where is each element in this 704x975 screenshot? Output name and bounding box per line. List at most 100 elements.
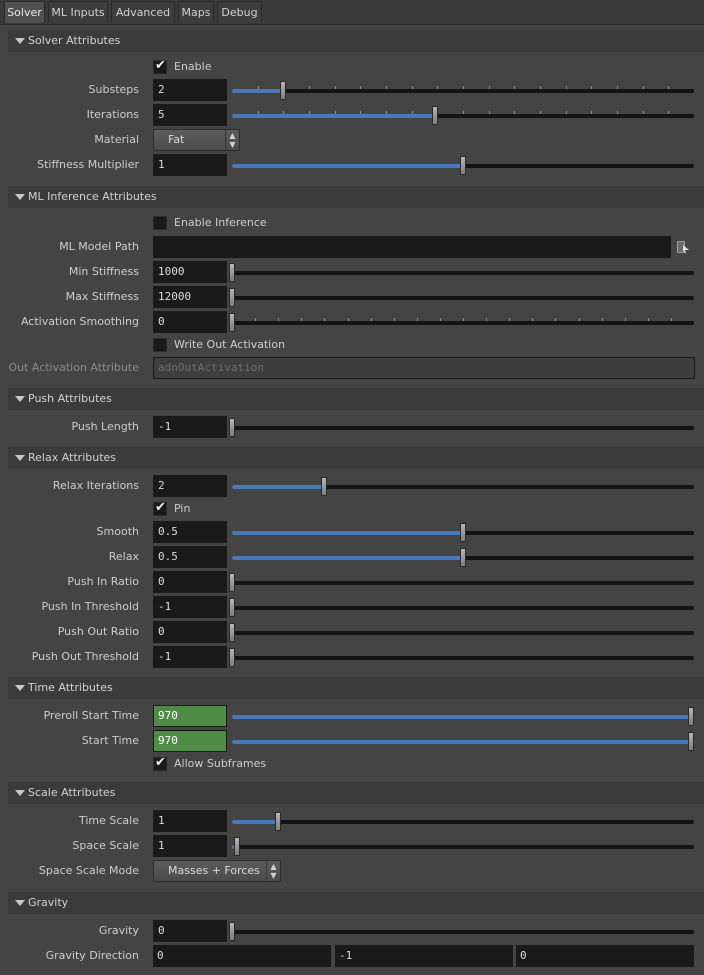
out-activation-attribute-field: adnOutActivation [153, 357, 695, 379]
section-time-attributes[interactable]: Time Attributes [8, 677, 704, 699]
min-stiffness-field[interactable]: 1000 [153, 261, 227, 283]
folder-browse-icon[interactable] [677, 240, 689, 254]
space-scale-mode-dropdown[interactable]: Masses + Forces ▲ ▼ [153, 860, 281, 882]
allow-subframes-checkbox[interactable]: ✔ [153, 755, 167, 771]
row-min-stiffness: Min Stiffness 1000 [0, 261, 704, 283]
push-length-field[interactable]: -1 [153, 416, 227, 438]
tab-advanced[interactable]: Advanced [111, 1, 175, 23]
push-out-threshold-slider[interactable] [229, 648, 694, 667]
gravity-direction-x-field[interactable]: 0 [153, 945, 331, 967]
slider-handle[interactable] [229, 263, 235, 282]
push-length-slider[interactable] [229, 418, 694, 437]
tab-solver[interactable]: Solver [4, 1, 45, 23]
section-ml-inference-attributes[interactable]: ML Inference Attributes [8, 186, 704, 208]
pin-label: Pin [174, 502, 191, 515]
section-solver-attributes[interactable]: Solver Attributes [8, 30, 704, 52]
min-stiffness-slider[interactable] [229, 263, 694, 282]
slider-handle[interactable] [688, 707, 694, 726]
gravity-field[interactable]: 0 [153, 920, 227, 942]
push-out-ratio-slider[interactable] [229, 623, 694, 642]
smooth-slider[interactable] [232, 523, 694, 542]
collapse-triangle-icon[interactable] [15, 194, 25, 200]
push-out-ratio-field[interactable]: 0 [153, 621, 227, 643]
push-in-threshold-slider[interactable] [229, 598, 694, 617]
collapse-triangle-icon[interactable] [15, 455, 25, 461]
substeps-slider[interactable] [232, 81, 694, 100]
slider-handle[interactable] [460, 156, 466, 175]
smooth-field[interactable]: 0.5 [153, 521, 227, 543]
slider-handle[interactable] [688, 732, 694, 751]
slider-handle[interactable] [229, 598, 235, 617]
section-scale-attributes[interactable]: Scale Attributes [8, 782, 704, 804]
relax-field[interactable]: 0.5 [153, 546, 227, 568]
push-in-threshold-field[interactable]: -1 [153, 596, 227, 618]
activation-smoothing-slider[interactable] [229, 313, 694, 332]
tab-ml-inputs[interactable]: ML Inputs [48, 1, 108, 23]
section-relax-attributes[interactable]: Relax Attributes [8, 447, 704, 469]
ml-model-path-field[interactable] [153, 236, 671, 258]
slider-handle[interactable] [279, 81, 286, 100]
preroll-start-time-field[interactable]: 970 [153, 705, 227, 727]
space-scale-slider[interactable] [232, 837, 694, 856]
gravity-direction-y-field[interactable]: -1 [335, 945, 513, 967]
start-time-field[interactable]: 970 [153, 730, 227, 752]
slider-handle[interactable] [432, 106, 439, 125]
relax-slider[interactable] [232, 548, 694, 567]
slider-handle[interactable] [460, 523, 466, 542]
iterations-slider[interactable] [232, 106, 694, 125]
write-out-activation-checkbox[interactable] [153, 338, 167, 352]
space-scale-field[interactable]: 1 [153, 835, 227, 857]
gravity-slider[interactable] [229, 922, 694, 941]
row-substeps: Substeps 2 [0, 79, 704, 101]
substeps-field[interactable]: 2 [153, 79, 227, 101]
stiffness-multiplier-field[interactable]: 1 [153, 154, 227, 176]
slider-handle[interactable] [229, 623, 235, 642]
enable-checkbox[interactable]: ✔ [153, 58, 167, 74]
section-title: Push Attributes [28, 392, 112, 405]
slider-handle[interactable] [229, 418, 235, 437]
max-stiffness-field[interactable]: 12000 [153, 286, 227, 308]
slider-handle[interactable] [321, 477, 328, 496]
activation-smoothing-field[interactable]: 0 [153, 311, 227, 333]
slider-handle[interactable] [229, 288, 235, 307]
gravity-direction-z-field[interactable]: 0 [516, 945, 694, 967]
slider-handle[interactable] [229, 573, 235, 592]
enable-inference-label: Enable Inference [174, 216, 267, 229]
collapse-triangle-icon[interactable] [15, 900, 25, 906]
tab-debug[interactable]: Debug [217, 1, 262, 23]
iterations-field[interactable]: 5 [153, 104, 227, 126]
slider-handle[interactable] [460, 548, 466, 567]
collapse-triangle-icon[interactable] [15, 790, 25, 796]
collapse-triangle-icon[interactable] [15, 38, 25, 44]
max-stiffness-slider[interactable] [229, 288, 694, 307]
preroll-start-time-slider[interactable] [232, 707, 694, 726]
push-out-threshold-field[interactable]: -1 [153, 646, 227, 668]
start-time-slider[interactable] [232, 732, 694, 751]
pin-checkbox[interactable]: ✔ [153, 500, 167, 516]
slider-handle[interactable] [229, 922, 235, 941]
push-in-ratio-field[interactable]: 0 [153, 571, 227, 593]
stiffness-multiplier-slider[interactable] [232, 156, 694, 175]
row-push-in-ratio: Push In Ratio 0 [0, 571, 704, 593]
collapse-triangle-icon[interactable] [15, 685, 25, 691]
enable-inference-checkbox[interactable] [153, 216, 167, 230]
row-enable-inference: Enable Inference [0, 212, 704, 234]
slider-handle[interactable] [233, 837, 240, 856]
slider-ticks [255, 318, 672, 321]
row-pin: ✔ Pin [0, 498, 704, 520]
slider-handle[interactable] [229, 648, 235, 667]
push-in-ratio-slider[interactable] [229, 573, 694, 592]
section-push-attributes[interactable]: Push Attributes [8, 388, 704, 410]
relax-iterations-field[interactable]: 2 [153, 475, 227, 497]
tab-maps[interactable]: Maps [178, 1, 214, 23]
time-scale-slider[interactable] [232, 812, 694, 831]
gravity-direction-label: Gravity Direction [45, 949, 139, 962]
collapse-triangle-icon[interactable] [15, 396, 25, 402]
section-gravity[interactable]: Gravity [8, 892, 704, 914]
relax-iterations-slider[interactable] [232, 477, 694, 496]
section-title: Gravity [28, 896, 69, 909]
material-dropdown[interactable]: Fat ▲ ▼ [153, 129, 240, 151]
slider-handle[interactable] [229, 313, 235, 332]
slider-handle[interactable] [275, 812, 282, 831]
time-scale-field[interactable]: 1 [153, 810, 227, 832]
